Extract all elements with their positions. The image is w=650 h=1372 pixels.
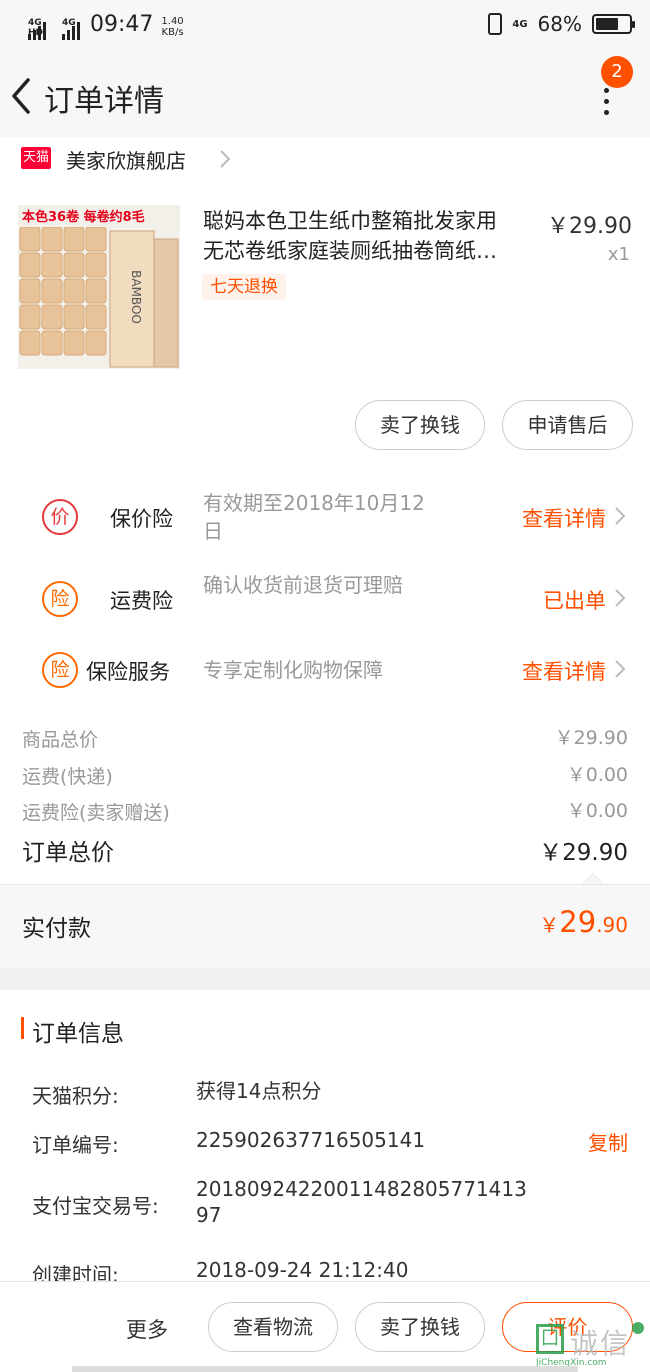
shipping-insurance-icon: 险 (42, 581, 78, 617)
fee-label: 运费(快递) (22, 766, 113, 788)
section-accent-bar (21, 1017, 24, 1039)
watermark-logo: 囗 诚信 JiChengXin.com (536, 1322, 646, 1368)
chevron-right-icon (615, 660, 626, 678)
paid-integer: 29 (559, 905, 597, 939)
status-left: 4G HD 4G 09:47 1.40 KB/s (28, 10, 184, 40)
view-logistics-button[interactable]: 查看物流 (208, 1302, 338, 1352)
info-value: 获得14点积分 (196, 1079, 322, 1103)
speed-value: 1.40 (161, 16, 184, 27)
signal-icon-sim1: 4G HD (28, 18, 46, 40)
fee-label: 商品总价 (22, 729, 99, 751)
insurance-service-icon: 险 (42, 652, 78, 688)
order-number: 225902637716505141 (196, 1128, 426, 1152)
clock: 09:47 (90, 12, 154, 37)
view-details-link[interactable]: 查看详情 (522, 503, 606, 533)
info-label: 天猫积分: (32, 1084, 119, 1108)
info-label: 订单编号: (32, 1133, 119, 1157)
speed-unit: KB/s (161, 27, 184, 38)
copy-button[interactable]: 复制 (588, 1127, 628, 1156)
chevron-right-icon (220, 150, 231, 168)
network-type: 4G (512, 18, 528, 30)
product-quantity: x1 (607, 244, 630, 265)
paid-currency: ￥ (539, 913, 560, 937)
alipay-transaction-number: 20180924220011482805771413 97 (196, 1177, 527, 1227)
battery-icon (592, 14, 635, 34)
vibrate-icon (488, 13, 503, 35)
fee-label: 运费险(卖家赠送) (22, 802, 170, 824)
watermark-dot (632, 1322, 644, 1334)
shop-name: 美家欣旗舰店 (66, 149, 186, 173)
tmall-badge: 天猫 (21, 147, 51, 169)
fee-value: ￥0.00 (566, 800, 628, 822)
paid-decimal: .90 (596, 913, 628, 937)
policy-issued-link[interactable]: 已出单 (543, 585, 606, 615)
seven-day-return-tag: 七天退换 (202, 274, 286, 300)
view-details-link[interactable]: 查看详情 (522, 656, 606, 686)
product-image-banner: 本色36卷 每卷约8毛 (22, 209, 145, 225)
more-menu-icon[interactable] (598, 88, 614, 128)
order-total-label: 订单总价 (22, 840, 114, 866)
paid-amount-section: 实付款 ￥29.90 (0, 884, 650, 968)
paid-label: 实付款 (22, 916, 91, 942)
sell-for-cash-button[interactable]: 卖了换钱 (355, 1302, 485, 1352)
insurance-desc: 专享定制化购物保障 (203, 658, 383, 682)
section-divider (0, 968, 650, 990)
nav-bar: 订单详情 (0, 52, 650, 137)
insurance-name: 保险服务 (86, 660, 170, 684)
toilet-paper-pack-image: BAMBOO 本色36卷 每卷约8毛 (18, 205, 180, 369)
product-title[interactable]: 聪妈本色卫生纸巾整箱批发家用 无芯卷纸家庭装厕纸抽卷筒纸… (203, 206, 533, 266)
insurance-name: 运费险 (110, 589, 173, 613)
insurance-row-service[interactable]: 险 保险服务 专享定制化购物保障 查看详情 (0, 635, 650, 705)
sim2-label: 4G (62, 18, 76, 28)
sell-for-cash-button[interactable]: 卖了换钱 (355, 400, 485, 450)
pointer-notch (582, 873, 604, 884)
notification-badge: 2 (601, 56, 633, 88)
sim1-label: 4G HD (28, 18, 44, 38)
insurance-desc: 确认收货前退货可理赔 (203, 573, 403, 597)
info-label: 支付宝交易号: (32, 1194, 159, 1218)
gesture-bar (72, 1366, 578, 1372)
after-sale-button[interactable]: 申请售后 (502, 400, 633, 450)
info-value: 2018-09-24 21:12:40 (196, 1258, 409, 1282)
battery-percent: 68% (537, 12, 582, 36)
page-title: 订单详情 (44, 84, 164, 119)
order-info-title: 订单信息 (32, 1021, 124, 1047)
shop-row[interactable]: 天猫 美家欣旗舰店 (0, 137, 650, 181)
insurance-row-price-protect[interactable]: 价 保价险 有效期至2018年10月12日 查看详情 (0, 482, 650, 552)
product-image-brand: BAMBOO (129, 270, 143, 324)
chevron-right-icon (615, 589, 626, 607)
status-bar: 4G HD 4G 09:47 1.40 KB/s 4G 68% (0, 0, 650, 52)
more-button[interactable]: 更多 (126, 1314, 168, 1344)
product-title-line1: 聪妈本色卫生纸巾整箱批发家用 (203, 209, 497, 233)
product-price: ￥29.90 (547, 214, 632, 239)
order-total-value: ￥29.90 (539, 840, 628, 866)
watermark-text: 诚信 (570, 1327, 631, 1360)
fee-value: ￥0.00 (566, 764, 628, 786)
fee-value: ￥29.90 (554, 727, 628, 749)
product-image[interactable]: BAMBOO 本色36卷 每卷约8毛 (18, 205, 180, 369)
chevron-right-icon (615, 507, 626, 525)
product-title-line2: 无芯卷纸家庭装厕纸抽卷筒纸… (203, 239, 497, 263)
signal-icon-sim2: 4G (62, 18, 80, 40)
back-icon[interactable] (8, 76, 38, 116)
insurance-name: 保价险 (110, 507, 173, 531)
insurance-desc: 有效期至2018年10月12日 (203, 491, 425, 543)
network-speed: 1.40 KB/s (161, 16, 183, 38)
watermark-square-icon: 囗 (536, 1324, 564, 1354)
status-right: 4G 68% (488, 12, 635, 36)
insurance-row-shipping[interactable]: 险 运费险 确认收货前退货可理赔 已出单 (0, 564, 650, 634)
paid-value: ￥29.90 (539, 905, 628, 939)
price-protect-icon: 价 (42, 499, 78, 535)
